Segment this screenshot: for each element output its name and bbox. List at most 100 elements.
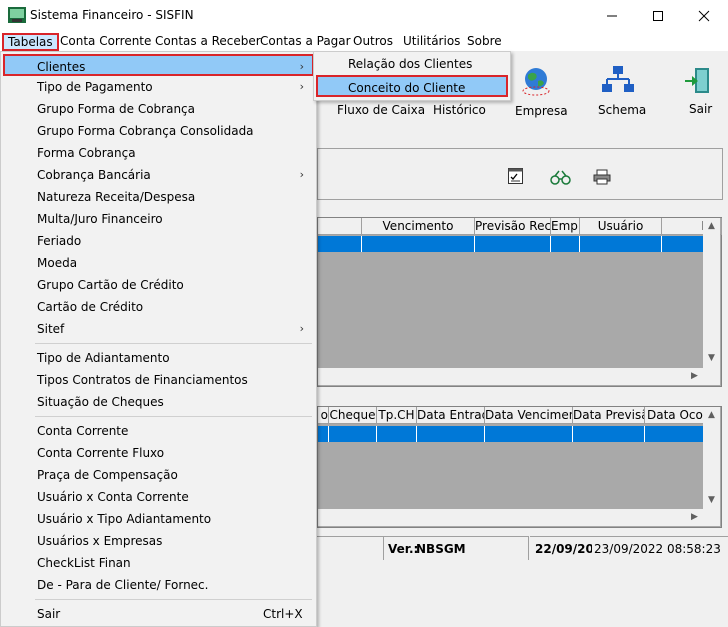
status-date: 22/09/2022 xyxy=(535,542,592,556)
column-header[interactable]: Data Previsão xyxy=(573,407,645,424)
maximize-button[interactable] xyxy=(635,0,681,31)
menu-item-situacao-cheques[interactable]: Situação de Cheques xyxy=(3,391,314,413)
sair-label: Sair xyxy=(689,102,713,116)
menu-item-de-para[interactable]: De - Para de Cliente/ Fornec. xyxy=(3,574,314,596)
menu-item-feriado[interactable]: Feriado xyxy=(3,230,314,252)
tabelas-dropdown-menu: Clientes › Tipo de Pagamento › Grupo For… xyxy=(0,51,317,627)
menu-item-checklist[interactable]: CheckList Finan xyxy=(3,552,314,574)
version-label: Ver.: xyxy=(388,542,419,556)
menu-utilitarios[interactable]: Utilitários xyxy=(397,32,466,50)
scroll-right-icon[interactable]: ▶ xyxy=(686,512,703,522)
status-date-panel: 22/09/2022 23/09/2022 08:58:23 xyxy=(530,536,728,560)
app-icon xyxy=(8,7,26,23)
empresa-button[interactable]: Empresa xyxy=(514,65,568,125)
column-header[interactable]: Cheque xyxy=(329,407,377,424)
column-header[interactable]: Usuário xyxy=(580,218,662,235)
table-row[interactable] xyxy=(318,426,704,442)
menu-item-multa-juro[interactable]: Multa/Juro Financeiro xyxy=(3,208,314,230)
column-header[interactable]: Emp. xyxy=(551,218,580,235)
scroll-down-icon[interactable]: ▼ xyxy=(703,495,720,505)
menu-separator xyxy=(35,343,312,344)
menu-conta-corrente[interactable]: Conta Corrente xyxy=(54,32,157,50)
submenu-arrow-icon: › xyxy=(299,322,304,335)
menu-item-tipo-pagamento[interactable]: Tipo de Pagamento › xyxy=(3,76,314,98)
titles-grid[interactable]: Vencimento Previsão Rec. Emp. Usuário Da… xyxy=(317,217,722,387)
menu-item-grupo-forma-cobranca-consolidada[interactable]: Grupo Forma Cobrança Consolidada xyxy=(3,120,314,142)
menu-item-cartao-credito[interactable]: Cartão de Crédito xyxy=(3,296,314,318)
menu-item-tipo-adiantamento[interactable]: Tipo de Adiantamento xyxy=(3,347,314,369)
menu-item-cobranca-bancaria[interactable]: Cobrança Bancária › xyxy=(3,164,314,186)
menu-outros[interactable]: Outros xyxy=(347,32,399,50)
table-row[interactable] xyxy=(318,236,704,252)
close-button[interactable] xyxy=(681,0,727,31)
column-header[interactable]: Vencimento xyxy=(362,218,475,235)
menu-bar: Tabelas Conta Corrente Contas a Receber … xyxy=(0,31,728,51)
submenu-item-relacao-clientes[interactable]: Relação dos Clientes xyxy=(316,53,508,75)
horizontal-scrollbar[interactable]: ▶ xyxy=(318,368,720,385)
status-version-panel: Ver.: NBSGM xyxy=(383,536,529,560)
maximize-icon xyxy=(653,10,663,21)
clientes-submenu: Relação dos Clientes Conceito do Cliente xyxy=(313,51,511,101)
schema-button[interactable]: Schema xyxy=(596,65,646,125)
column-header[interactable]: Tp.CH xyxy=(377,407,417,424)
menu-contas-receber[interactable]: Contas a Receber xyxy=(149,32,267,50)
title-bar: Sistema Financeiro - SISFIN xyxy=(0,0,728,31)
menu-item-forma-cobranca[interactable]: Forma Cobrança xyxy=(3,142,314,164)
close-icon xyxy=(698,10,710,21)
menu-sobre[interactable]: Sobre xyxy=(461,32,508,50)
checklist-icon[interactable] xyxy=(507,167,525,185)
menu-item-grupo-cartao[interactable]: Grupo Cartão de Crédito xyxy=(3,274,314,296)
menu-item-sair[interactable]: Sair Ctrl+X xyxy=(3,603,314,625)
column-header[interactable]: Data Vencimento xyxy=(485,407,573,424)
menu-item-conta-corrente-fluxo[interactable]: Conta Corrente Fluxo xyxy=(3,442,314,464)
vertical-scrollbar[interactable]: ▲ ▼ xyxy=(703,407,720,510)
grid-header: Vencimento Previsão Rec. Emp. Usuário Da xyxy=(318,218,722,235)
scroll-up-icon[interactable]: ▲ xyxy=(703,410,720,420)
version-value: NBSGM xyxy=(416,542,466,556)
binoculars-icon[interactable] xyxy=(550,169,572,185)
menu-separator xyxy=(35,416,312,417)
scroll-down-icon[interactable]: ▼ xyxy=(703,353,720,363)
menu-item-clientes[interactable]: Clientes › xyxy=(3,54,314,76)
submenu-arrow-icon: › xyxy=(299,168,304,181)
sair-button[interactable]: Sair xyxy=(680,65,720,125)
menu-item-sitef[interactable]: Sitef › xyxy=(3,318,314,340)
submenu-arrow-icon: › xyxy=(299,60,304,73)
menu-item-usuarios-empresas[interactable]: Usuários x Empresas xyxy=(3,530,314,552)
horizontal-scrollbar[interactable]: ▶ xyxy=(318,509,720,526)
menu-item-tipos-contratos[interactable]: Tipos Contratos de Financiamentos xyxy=(3,369,314,391)
menu-item-usuario-conta[interactable]: Usuário x Conta Corrente xyxy=(3,486,314,508)
window-title: Sistema Financeiro - SISFIN xyxy=(30,8,194,22)
minimize-button[interactable] xyxy=(589,0,635,31)
printer-icon[interactable] xyxy=(593,169,611,185)
column-header[interactable]: Previsão Rec. xyxy=(475,218,551,235)
status-panel xyxy=(317,536,383,560)
schema-label: Schema xyxy=(598,103,647,117)
menu-item-conta-corrente[interactable]: Conta Corrente xyxy=(3,420,314,442)
submenu-item-conceito-cliente[interactable]: Conceito do Cliente xyxy=(316,75,508,97)
column-header[interactable]: Data Entrada xyxy=(417,407,485,424)
fluxo-caixa-button[interactable]: Fluxo de Caixa xyxy=(337,103,425,117)
grid-header: o Cheque Tp.CH Data Entrada Data Vencime… xyxy=(318,407,705,424)
menu-item-moeda[interactable]: Moeda xyxy=(3,252,314,274)
menu-item-natureza[interactable]: Natureza Receita/Despesa xyxy=(3,186,314,208)
status-datetime: 23/09/2022 08:58:23 xyxy=(594,542,721,556)
exit-door-icon xyxy=(685,68,709,93)
menu-contas-pagar[interactable]: Contas a Pagar xyxy=(254,32,357,50)
globe-icon xyxy=(522,68,550,96)
vertical-scrollbar[interactable]: ▲ ▼ xyxy=(703,218,720,368)
menu-tabelas[interactable]: Tabelas xyxy=(2,33,59,51)
menu-item-grupo-forma-cobranca[interactable]: Grupo Forma de Cobrança xyxy=(3,98,314,120)
minimize-icon xyxy=(607,15,617,16)
cheques-grid[interactable]: o Cheque Tp.CH Data Entrada Data Vencime… xyxy=(317,406,722,528)
column-header[interactable]: o xyxy=(318,407,329,424)
empresa-label: Empresa xyxy=(515,104,568,118)
menu-item-usuario-adiantamento[interactable]: Usuário x Tipo Adiantamento xyxy=(3,508,314,530)
scroll-right-icon[interactable]: ▶ xyxy=(686,371,703,381)
shortcut-label: Ctrl+X xyxy=(263,607,303,621)
historico-button[interactable]: Histórico xyxy=(433,103,486,117)
scroll-up-icon[interactable]: ▲ xyxy=(703,221,720,231)
menu-item-praca-compensacao[interactable]: Praça de Compensação xyxy=(3,464,314,486)
column-header[interactable]: Data Ocorrê xyxy=(645,407,705,424)
menu-separator xyxy=(35,599,312,600)
